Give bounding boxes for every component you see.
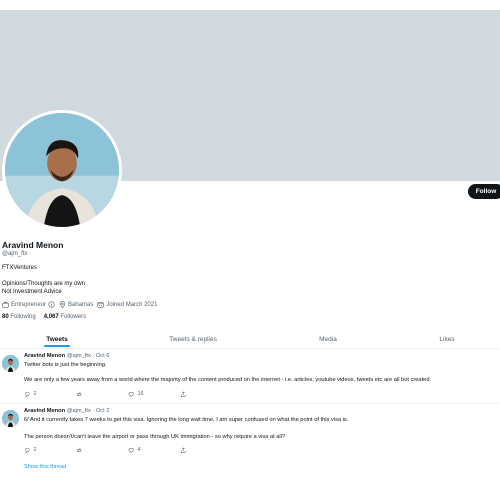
tweet-author-name[interactable]: Aravind Menon <box>24 353 65 359</box>
profile-location-label: Bahamas <box>68 301 94 308</box>
reply-button[interactable]: 2 <box>24 391 76 398</box>
tweet-date[interactable]: · Oct 6 <box>92 353 109 359</box>
profile-category-label: Entrepreneur <box>11 301 47 308</box>
followers-link[interactable]: 4,067 Followers <box>44 314 86 320</box>
retweet-icon <box>77 448 82 453</box>
reply-icon <box>25 447 30 454</box>
profile-tabs: Tweets Tweets & replies Media Likes <box>0 330 500 349</box>
calendar-icon <box>97 302 105 308</box>
follow-stats: 80 Following 4,067 Followers <box>2 314 86 320</box>
tweet-item[interactable]: Aravind Menon @ajm_ftx · Oct 6 Twitter b… <box>0 349 500 403</box>
following-count: 80 <box>2 314 9 320</box>
active-tab-indicator <box>44 345 70 347</box>
tweet-text-line-1: Twitter bots is just the beginning. <box>24 362 107 368</box>
tweet-text-line-1: 6/ And it currently takes 7 weeks to get… <box>24 417 349 423</box>
tweet-date[interactable]: · Oct 2 <box>92 408 109 414</box>
like-count: 16 <box>137 391 144 398</box>
tweet-item[interactable]: Aravind Menon @ajm_ftx · Oct 2 6/ And it… <box>0 404 500 478</box>
tweet-avatar[interactable] <box>2 410 19 427</box>
following-label: Following <box>10 314 36 320</box>
tweet-text-line-2: The person doesn't/can't leave the airpo… <box>24 434 286 440</box>
retweet-button[interactable] <box>76 391 128 398</box>
retweet-icon <box>77 392 82 397</box>
tweet-author-handle[interactable]: @ajm_ftx <box>67 408 91 414</box>
follow-button[interactable]: Follow <box>468 184 500 199</box>
retweet-button[interactable] <box>76 447 128 454</box>
share-icon <box>181 447 186 453</box>
briefcase-icon <box>2 301 9 308</box>
share-icon <box>181 391 186 397</box>
tab-likes[interactable]: Likes <box>390 330 500 349</box>
reply-count: 2 <box>33 391 37 398</box>
tweet-header: Aravind Menon @ajm_ftx · Oct 6 <box>24 353 109 359</box>
profile-handle: @ajm_ftx <box>2 251 28 257</box>
followers-count: 4,067 <box>43 314 59 320</box>
tab-media[interactable]: Media <box>271 330 385 349</box>
profile-joined-label: Joined March 2021 <box>106 301 158 308</box>
profile-avatar[interactable] <box>2 110 122 230</box>
following-link[interactable]: 80 Following <box>2 314 36 320</box>
reply-button[interactable]: 2 <box>24 447 76 454</box>
location-pin-icon <box>59 301 66 308</box>
profile-category: Entrepreneur <box>2 301 55 308</box>
profile-location: Bahamas <box>59 301 93 308</box>
tweet-header: Aravind Menon @ajm_ftx · Oct 2 <box>24 408 109 414</box>
profile-bio-line-2: Not Investment Advice <box>2 289 62 295</box>
share-button[interactable] <box>180 447 187 454</box>
reply-icon <box>25 391 30 398</box>
tweet-text-line-2: We are only a few years away from a worl… <box>24 377 432 383</box>
like-icon <box>128 392 134 397</box>
tweet-author-name[interactable]: Aravind Menon <box>24 408 65 414</box>
like-button[interactable]: 16 <box>128 391 180 398</box>
tweet-avatar[interactable] <box>2 355 19 372</box>
tweet-author-handle[interactable]: @ajm_ftx <box>67 353 91 359</box>
profile-meta: Entrepreneur Bahamas Joined March 2021 <box>2 301 157 308</box>
like-icon <box>128 448 134 453</box>
show-thread-link[interactable]: Show this thread <box>24 464 66 470</box>
info-icon[interactable] <box>48 301 55 308</box>
followers-label: Followers <box>60 314 87 320</box>
tweet-actions: 2 4 <box>24 447 187 454</box>
profile-company: FTXVentures <box>2 265 38 271</box>
tweet-actions: 2 16 <box>24 391 187 398</box>
like-count: 4 <box>137 447 141 454</box>
profile-name: Aravind Menon <box>2 240 64 250</box>
share-button[interactable] <box>180 391 187 398</box>
tab-tweets-and-replies[interactable]: Tweets & replies <box>136 330 250 349</box>
profile-bio-line-1: Opinions/Thoughts are my own <box>2 281 86 287</box>
reply-count: 2 <box>33 447 37 454</box>
like-button[interactable]: 4 <box>128 447 180 454</box>
profile-joined: Joined March 2021 <box>97 301 157 308</box>
